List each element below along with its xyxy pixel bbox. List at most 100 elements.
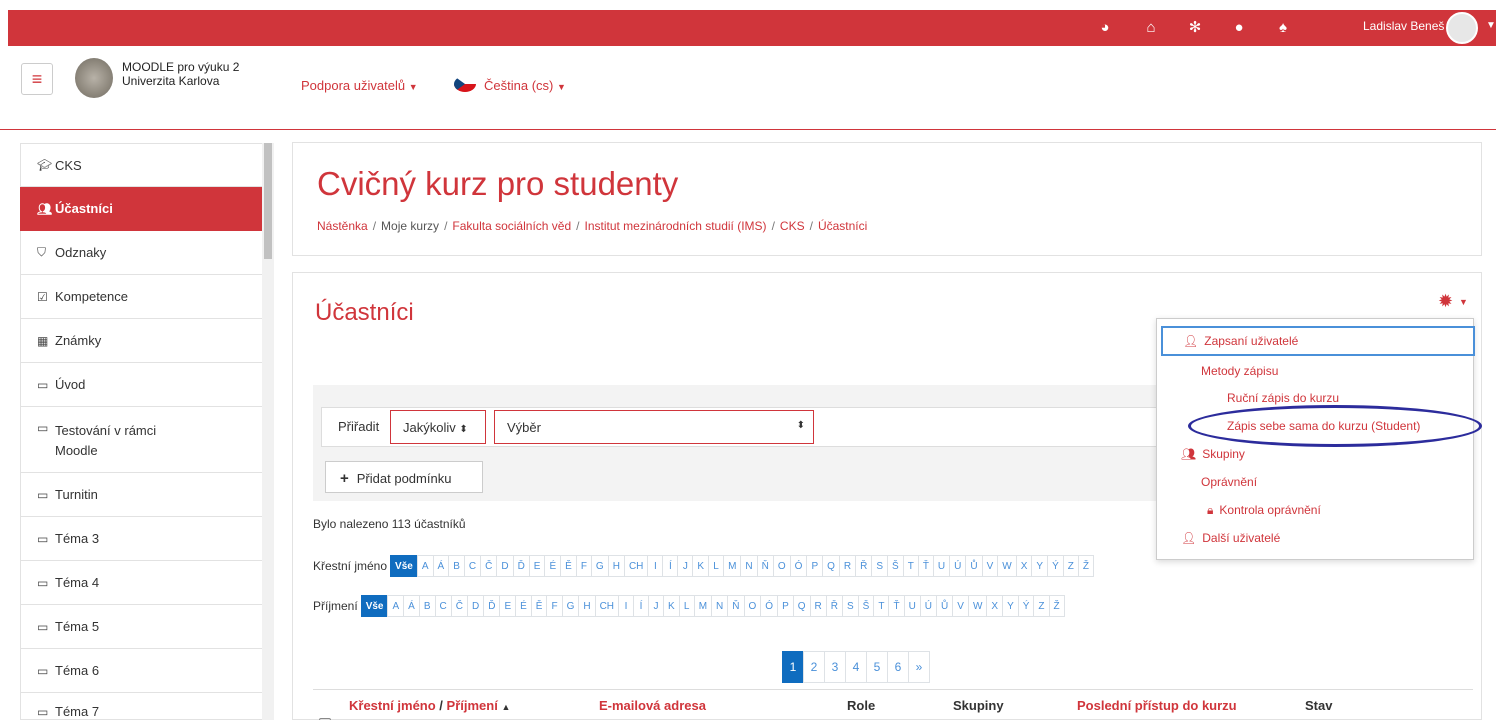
- first-name-initial-letter[interactable]: B: [448, 555, 465, 577]
- first-name-initial-letter[interactable]: CH: [623, 555, 649, 577]
- menu-item-permissions[interactable]: Oprávnění: [1201, 473, 1257, 491]
- last-name-initial-letter[interactable]: S: [842, 595, 859, 617]
- last-name-initial-letter[interactable]: Ť: [888, 595, 905, 617]
- first-name-initial-letter[interactable]: S: [871, 555, 889, 577]
- first-name-initial-letter[interactable]: G: [590, 555, 609, 577]
- last-name-initial-letter[interactable]: R: [809, 595, 827, 617]
- site-name[interactable]: MOODLE pro výuku 2 Univerzita Karlova: [122, 60, 239, 88]
- first-name-initial-letter[interactable]: Ť: [917, 555, 934, 577]
- first-name-initial-letter[interactable]: W: [997, 555, 1017, 577]
- last-name-initial-letter[interactable]: O: [743, 595, 762, 617]
- first-name-initial-letter[interactable]: Ó: [789, 555, 808, 577]
- first-name-initial-letter[interactable]: D: [496, 555, 514, 577]
- first-name-initial-letter[interactable]: Q: [822, 555, 840, 577]
- first-name-initial-letter[interactable]: Ý: [1047, 555, 1064, 577]
- first-name-initial-letter[interactable]: Ď: [512, 555, 530, 577]
- last-name-initial-letter[interactable]: Á: [403, 595, 420, 617]
- breadcrumb-course[interactable]: CKS: [780, 219, 805, 233]
- sidebar-item-topic-3[interactable]: ▭ Téma 3: [20, 517, 271, 561]
- first-name-initial-letter[interactable]: O: [772, 555, 791, 577]
- last-name-initial-letter[interactable]: I: [618, 595, 635, 617]
- sidebar-item-topic-7[interactable]: ▭ Téma 7: [20, 693, 271, 720]
- last-name-initial-letter[interactable]: V: [952, 595, 969, 617]
- last-name-initial-letter[interactable]: F: [546, 595, 563, 617]
- last-name-initial-letter[interactable]: N: [711, 595, 729, 617]
- first-name-initial-letter[interactable]: Ž: [1077, 555, 1094, 577]
- support-menu[interactable]: Podpora uživatelů ▼: [301, 78, 418, 93]
- first-name-initial-letter[interactable]: Š: [887, 555, 904, 577]
- first-name-initial-letter[interactable]: F: [575, 555, 592, 577]
- sidebar-item-grades[interactable]: ▦ Známky: [20, 319, 271, 363]
- chevron-down-icon[interactable]: ▼: [1486, 20, 1496, 31]
- sidebar-item-badges[interactable]: ⛉ Odznaky: [20, 231, 271, 275]
- last-name-initial-letter[interactable]: Ú: [919, 595, 938, 617]
- first-name-initial-letter[interactable]: T: [902, 555, 919, 577]
- first-name-initial-letter[interactable]: K: [692, 555, 710, 577]
- last-name-initial-letter[interactable]: H: [578, 595, 596, 617]
- sidebar-item-cks[interactable]: 🎓︎ CKS: [20, 143, 271, 187]
- network-icon[interactable]: ✻: [1186, 19, 1204, 37]
- menu-item-other-users[interactable]: 👤︎ Další uživatelé: [1181, 529, 1280, 547]
- add-condition-button[interactable]: + Přidat podmínku: [325, 461, 483, 493]
- home-icon[interactable]: ⌂: [1142, 19, 1160, 37]
- sidebar-item-competencies[interactable]: ☑ Kompetence: [20, 275, 271, 319]
- first-name-initial-letter[interactable]: Í: [662, 555, 679, 577]
- last-name-initial-letter[interactable]: Ó: [760, 595, 779, 617]
- last-name-initial-letter[interactable]: Ý: [1017, 595, 1035, 617]
- chevron-down-icon[interactable]: ▼: [1459, 297, 1468, 307]
- last-name-initial-all[interactable]: Vše: [360, 595, 389, 617]
- page-link[interactable]: 3: [824, 651, 846, 683]
- menu-item-enrolment-methods[interactable]: Metody zápisu: [1201, 362, 1278, 380]
- last-name-initial-letter[interactable]: Ě: [530, 595, 548, 617]
- filter-type-select[interactable]: Výběr ⬍: [494, 410, 814, 444]
- hamburger-menu-button[interactable]: ≡: [21, 63, 53, 95]
- last-name-initial-letter[interactable]: Ř: [825, 595, 843, 617]
- last-name-initial-letter[interactable]: Z: [1033, 595, 1050, 617]
- page-link[interactable]: 4: [845, 651, 867, 683]
- first-name-initial-letter[interactable]: Á: [432, 555, 450, 577]
- last-name-initial-letter[interactable]: Ž: [1048, 595, 1065, 617]
- last-name-initial-letter[interactable]: D: [466, 595, 485, 617]
- language-menu[interactable]: Čeština (cs) ▼: [484, 78, 566, 93]
- first-name-initial-letter[interactable]: Ů: [965, 555, 983, 577]
- breadcrumb-faculty[interactable]: Fakulta sociálních věd: [452, 219, 571, 233]
- first-name-initial-letter[interactable]: C: [463, 555, 482, 577]
- sidebar-scroll-thumb[interactable]: [264, 143, 272, 259]
- last-name-initial-letter[interactable]: CH: [594, 595, 620, 617]
- first-name-initial-letter[interactable]: R: [838, 555, 857, 577]
- last-name-initial-letter[interactable]: Č: [450, 595, 468, 617]
- next-page-link[interactable]: »: [908, 651, 930, 683]
- breadcrumb-my-courses[interactable]: Moje kurzy: [381, 219, 439, 233]
- first-name-initial-letter[interactable]: J: [677, 555, 694, 577]
- first-name-initial-letter[interactable]: U: [932, 555, 951, 577]
- last-name-initial-letter[interactable]: K: [663, 595, 680, 617]
- first-name-initial-letter[interactable]: É: [544, 555, 562, 577]
- chat-icon[interactable]: ●: [1230, 19, 1248, 37]
- avatar[interactable]: [1446, 12, 1478, 44]
- sidebar-item-participants[interactable]: 👥︎ Účastníci: [20, 187, 271, 231]
- column-last-access[interactable]: Poslední přístup do kurzu: [1077, 698, 1237, 713]
- match-select[interactable]: Jakýkoliv ⬍: [390, 410, 486, 444]
- last-name-initial-letter[interactable]: A: [387, 595, 405, 617]
- last-name-initial-letter[interactable]: P: [777, 595, 794, 617]
- last-name-initial-letter[interactable]: G: [561, 595, 580, 617]
- first-name-initial-letter[interactable]: V: [981, 555, 999, 577]
- sidebar-item-topic-5[interactable]: ▭ Téma 5: [20, 605, 271, 649]
- sidebar-item-topic-4[interactable]: ▭ Téma 4: [20, 561, 271, 605]
- first-name-initial-letter[interactable]: L: [708, 555, 725, 577]
- first-name-initial-letter[interactable]: Ň: [756, 555, 774, 577]
- sidebar-item-turnitin[interactable]: ▭ Turnitin: [20, 473, 271, 517]
- column-email[interactable]: E-mailová adresa: [599, 698, 706, 713]
- last-name-initial-letter[interactable]: C: [434, 595, 452, 617]
- page-link[interactable]: 6: [887, 651, 909, 683]
- column-first-name[interactable]: Křestní jméno: [349, 698, 436, 713]
- sidebar-item-topic-6[interactable]: ▭ Téma 6: [20, 649, 271, 693]
- sidebar-item-intro[interactable]: ▭ Úvod: [20, 363, 271, 407]
- first-name-initial-letter[interactable]: M: [723, 555, 742, 577]
- menu-item-groups[interactable]: 👥︎ Skupiny: [1181, 445, 1245, 463]
- first-name-initial-letter[interactable]: Y: [1031, 555, 1049, 577]
- first-name-initial-letter[interactable]: A: [416, 555, 434, 577]
- first-name-initial-letter[interactable]: Z: [1062, 555, 1079, 577]
- column-last-name[interactable]: Příjmení: [447, 698, 498, 713]
- page-link[interactable]: 2: [803, 651, 825, 683]
